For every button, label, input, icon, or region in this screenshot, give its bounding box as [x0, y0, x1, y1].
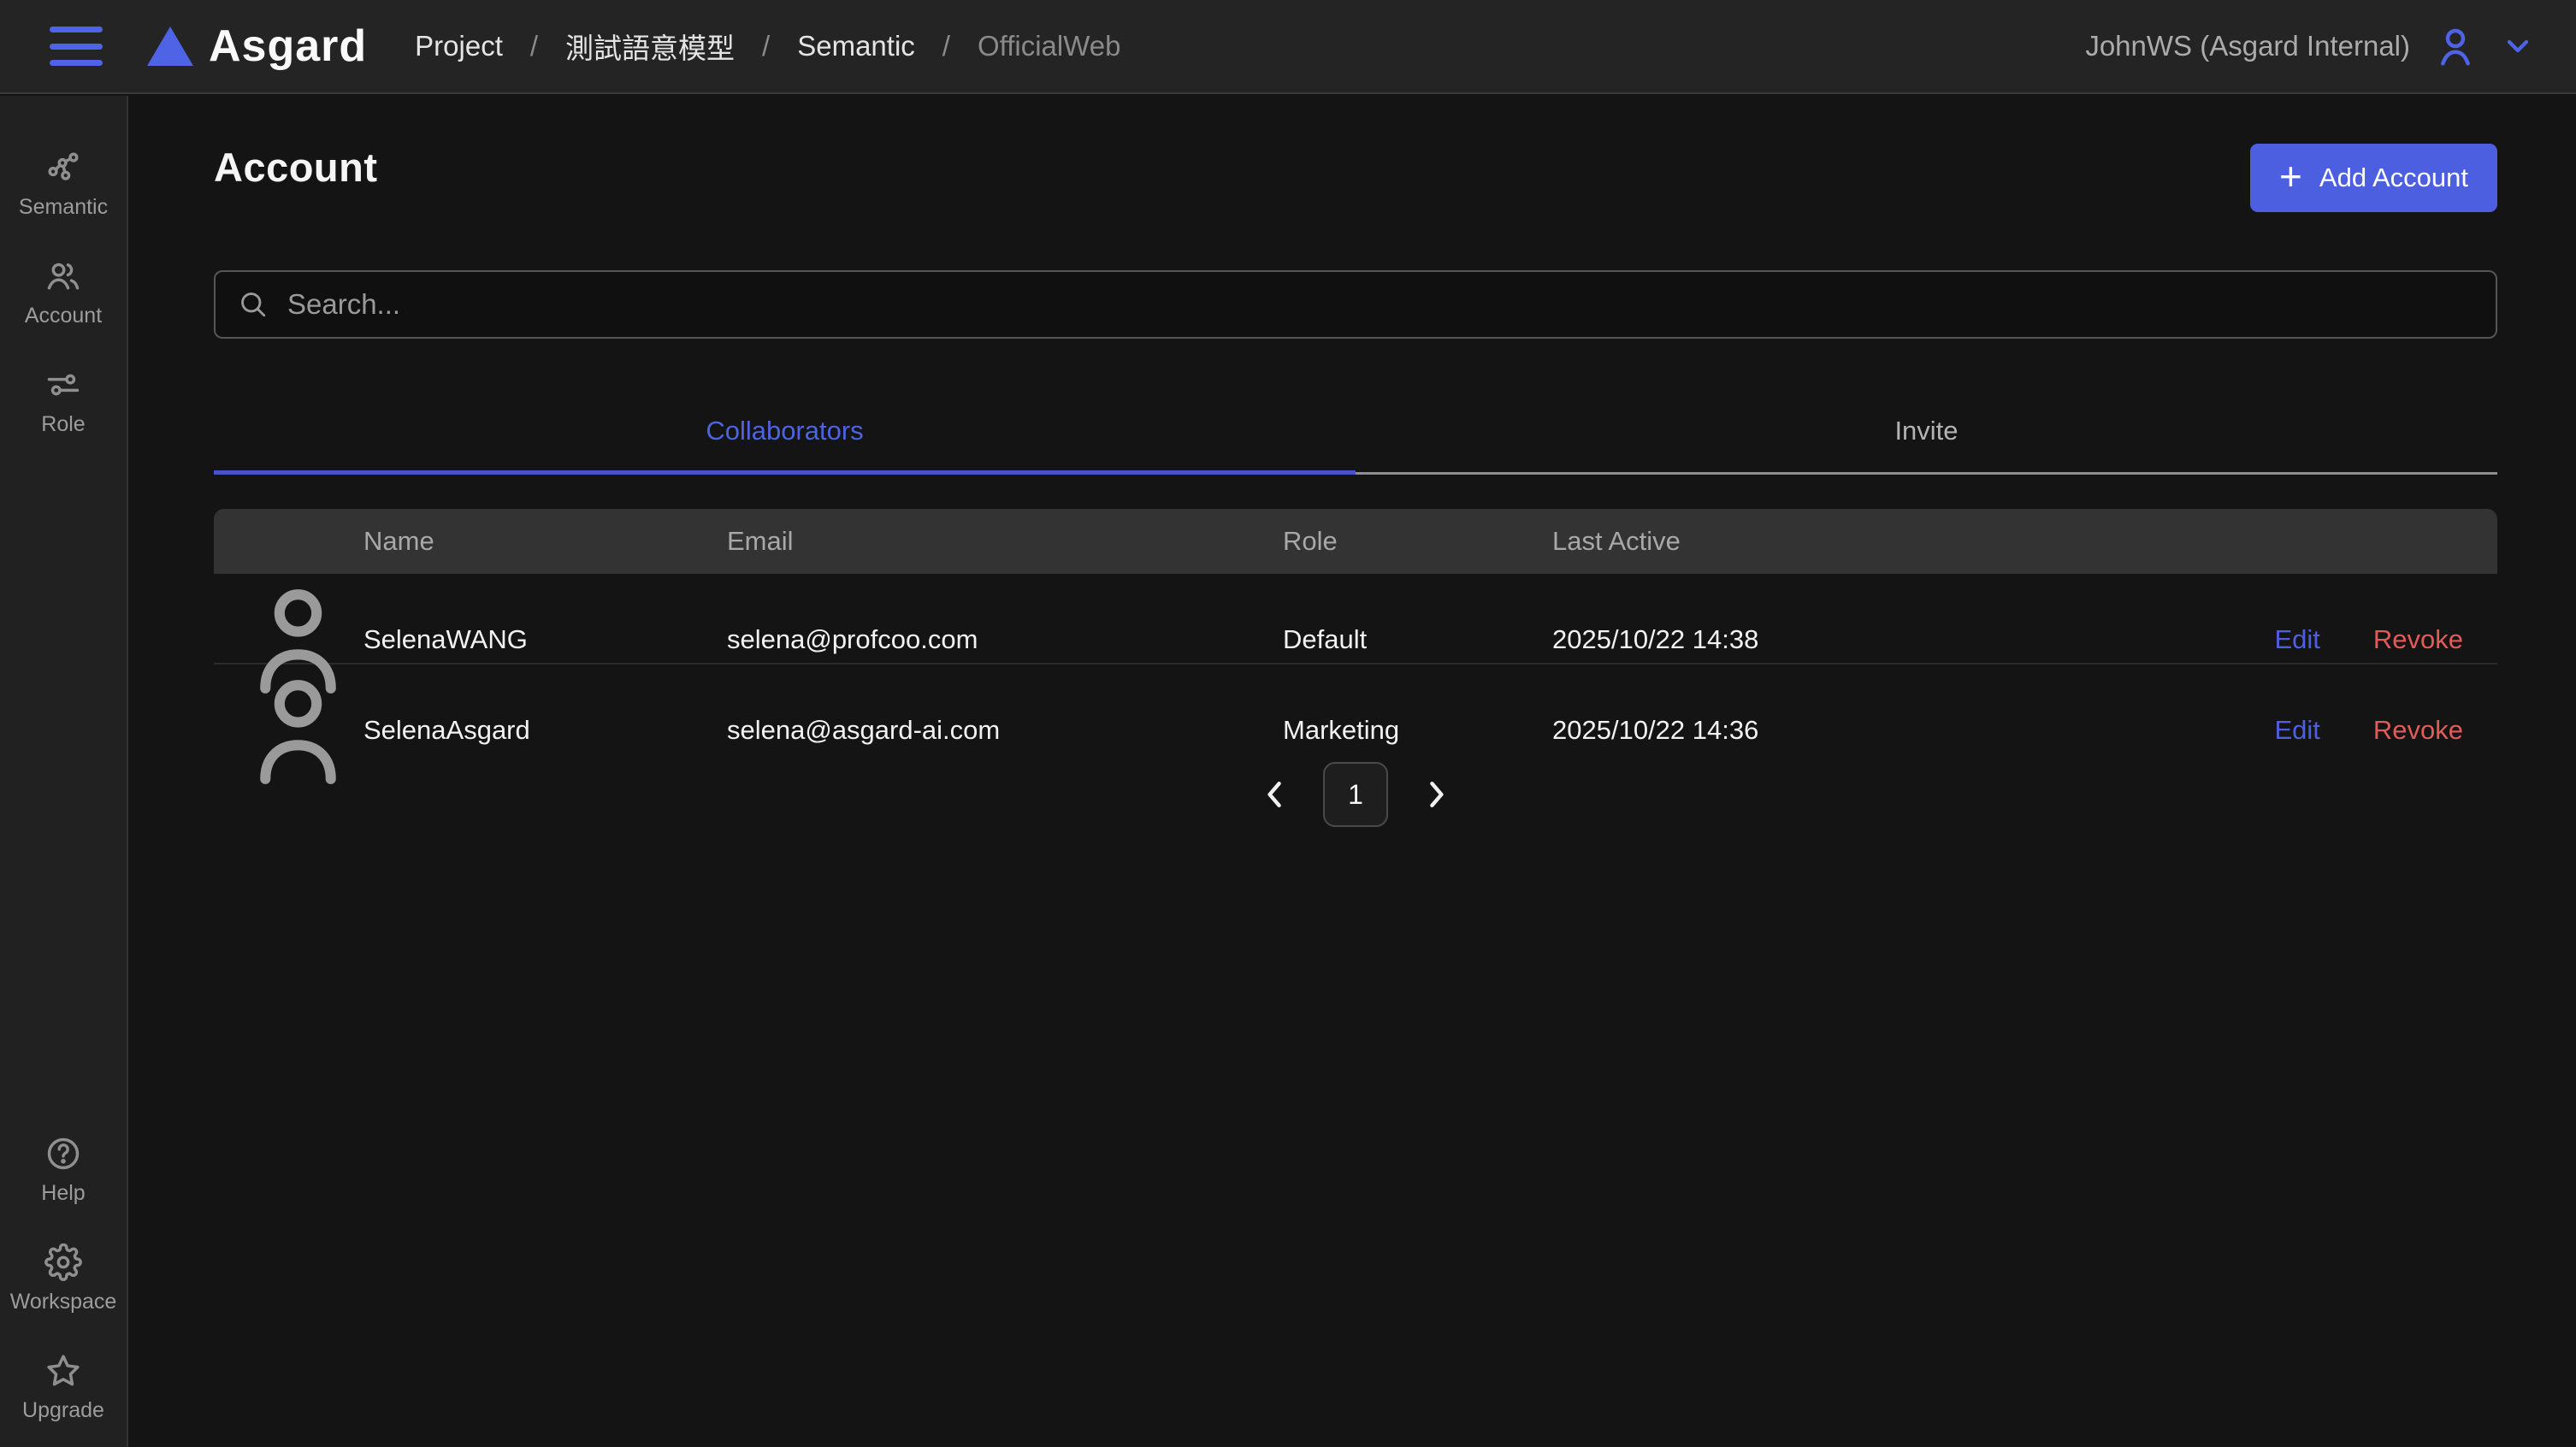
breadcrumb-separator: /: [942, 30, 950, 62]
column-header-name: Name: [363, 526, 727, 557]
sidebar-item-workspace[interactable]: Workspace: [0, 1243, 127, 1314]
sidebar-item-upgrade[interactable]: Upgrade: [0, 1352, 127, 1423]
sidebar-item-role[interactable]: Role: [0, 366, 127, 437]
sidebar: Semantic Account Role: [0, 96, 128, 1447]
cell-last-active: 2025/10/22 14:38: [1552, 624, 2181, 655]
upgrade-star-icon: [44, 1352, 82, 1390]
workspace-gear-icon: [44, 1243, 82, 1281]
tab-collaborators[interactable]: Collaborators: [214, 393, 1356, 475]
page-number-button[interactable]: 1: [1323, 762, 1388, 827]
tab-invite[interactable]: Invite: [1356, 393, 2497, 475]
cell-email: selena@asgard-ai.com: [727, 715, 1283, 746]
breadcrumb-item-officialweb: OfficialWeb: [978, 30, 1121, 62]
sidebar-nav: Semantic Account Role: [0, 149, 127, 437]
edit-link[interactable]: Edit: [2274, 715, 2319, 746]
row-avatar-cell: [214, 664, 363, 795]
revoke-link[interactable]: Revoke: [2373, 624, 2463, 655]
cell-name: SelenaWANG: [363, 624, 727, 655]
sidebar-item-label: Account: [25, 304, 102, 328]
revoke-link[interactable]: Revoke: [2373, 715, 2463, 746]
breadcrumb-item-semantic[interactable]: Semantic: [797, 30, 915, 62]
account-people-icon: [44, 257, 82, 295]
person-avatar-icon: [233, 664, 363, 795]
sidebar-item-label: Workspace: [10, 1290, 117, 1314]
sidebar-item-label: Help: [41, 1181, 85, 1206]
tab-bar: Collaborators Invite: [214, 393, 2497, 475]
breadcrumb-item-project[interactable]: Project: [415, 30, 503, 62]
plus-icon: +: [2279, 157, 2302, 196]
help-circle-icon: [44, 1135, 82, 1172]
search-input[interactable]: [287, 288, 2473, 321]
page-title: Account: [214, 144, 378, 191]
breadcrumb-item-model[interactable]: 測試語意模型: [565, 26, 735, 67]
add-account-button[interactable]: + Add Account: [2250, 144, 2497, 212]
hamburger-menu-icon[interactable]: [50, 27, 103, 66]
column-header-email: Email: [727, 526, 1283, 557]
table-row: SelenaAsgard selena@asgard-ai.com Market…: [214, 664, 2497, 755]
cell-name: SelenaAsgard: [363, 715, 727, 746]
logo-text: Asgard: [209, 21, 367, 72]
breadcrumb: Project / 測試語意模型 / Semantic / OfficialWe…: [415, 26, 1120, 67]
collaborators-table: Name Email Role Last Active SelenaWANG s…: [214, 509, 2497, 755]
edit-link[interactable]: Edit: [2274, 624, 2319, 655]
sidebar-footer: Help Workspace Upgrade: [0, 1135, 127, 1423]
breadcrumb-separator: /: [530, 30, 538, 62]
search-bar: [214, 270, 2497, 339]
main-content: Account + Add Account Collaborators Invi…: [130, 96, 2576, 1447]
app-logo[interactable]: Asgard: [147, 21, 367, 72]
cell-last-active: 2025/10/22 14:36: [1552, 715, 2181, 746]
sidebar-item-semantic[interactable]: Semantic: [0, 149, 127, 220]
sidebar-item-label: Role: [41, 412, 85, 437]
pagination: 1: [214, 762, 2497, 827]
column-header-role: Role: [1283, 526, 1552, 557]
asgard-app: Asgard Project / 測試語意模型 / Semantic / Off…: [0, 0, 2576, 1447]
sidebar-item-account[interactable]: Account: [0, 257, 127, 328]
table-row: SelenaWANG selena@profcoo.com Default 20…: [214, 574, 2497, 664]
sidebar-item-label: Upgrade: [22, 1398, 104, 1423]
logo-triangle-icon: [147, 27, 193, 66]
cell-role: Marketing: [1283, 715, 1552, 746]
chevron-down-icon[interactable]: [2501, 29, 2535, 63]
topbar: Asgard Project / 測試語意模型 / Semantic / Off…: [0, 0, 2576, 94]
cell-role: Default: [1283, 624, 1552, 655]
column-header-last-active: Last Active: [1552, 526, 2181, 557]
prev-page-button[interactable]: [1256, 776, 1294, 813]
row-actions: Edit Revoke: [2181, 715, 2497, 746]
role-sliders-icon: [44, 366, 82, 404]
next-page-button[interactable]: [1417, 776, 1455, 813]
sidebar-item-label: Semantic: [19, 195, 108, 220]
breadcrumb-separator: /: [762, 30, 770, 62]
page-header: Account + Add Account: [214, 144, 2497, 212]
add-account-label: Add Account: [2319, 162, 2468, 193]
table-header-row: Name Email Role Last Active: [214, 509, 2497, 574]
semantic-graph-icon: [44, 149, 82, 186]
sidebar-item-help[interactable]: Help: [0, 1135, 127, 1206]
topbar-user-area: JohnWS (Asgard Internal): [2085, 23, 2535, 69]
cell-email: selena@profcoo.com: [727, 624, 1283, 655]
user-avatar-icon[interactable]: [2432, 23, 2479, 69]
search-icon: [238, 289, 269, 320]
row-actions: Edit Revoke: [2181, 624, 2497, 655]
user-name-label: JohnWS (Asgard Internal): [2085, 30, 2410, 62]
